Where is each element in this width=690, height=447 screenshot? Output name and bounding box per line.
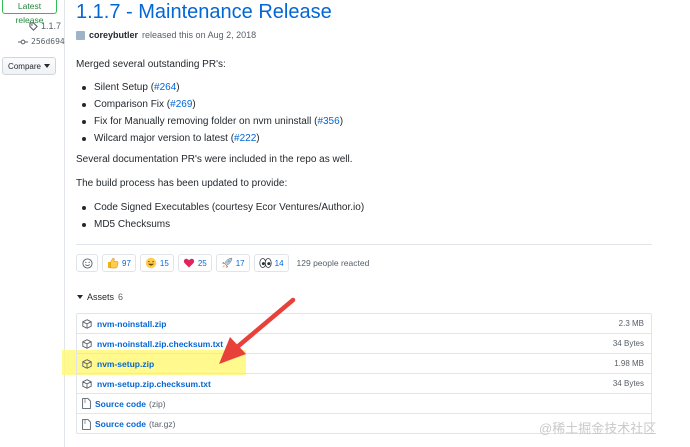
watermark: @稀土掘金技术社区 <box>539 418 656 437</box>
watermark-text: @稀土掘金技术社区 <box>539 421 657 436</box>
annotation-arrow-icon <box>219 297 296 364</box>
